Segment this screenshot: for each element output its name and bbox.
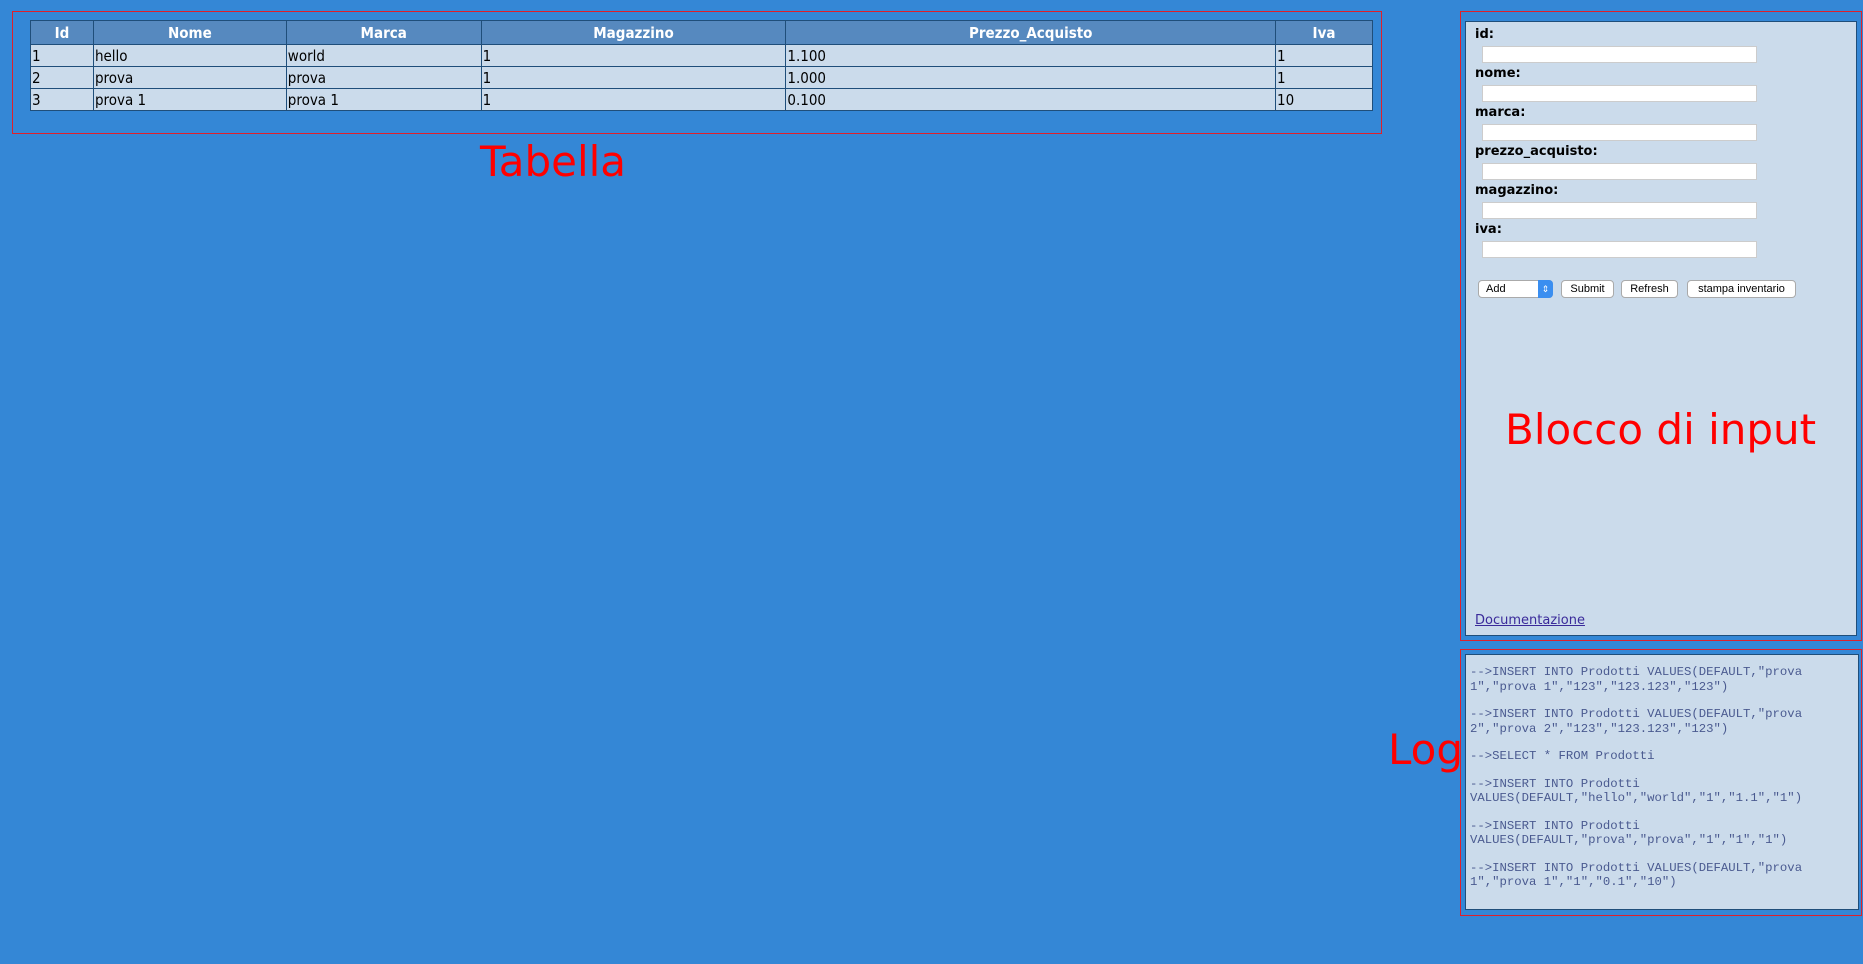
table-cell-nome: prova xyxy=(92,66,287,89)
log-entry: -->INSERT INTO Prodotti VALUES(DEFAULT,"… xyxy=(1470,860,1803,890)
log-entry: -->INSERT INTO Prodotti VALUES(DEFAULT,"… xyxy=(1470,707,1803,736)
documentation-link[interactable]: Documentazione xyxy=(1475,613,1585,628)
marca-input[interactable] xyxy=(1482,124,1757,141)
table-row[interactable]: 1 hello world 1 1.100 1 xyxy=(30,44,1373,67)
label-prezzo-acquisto: prezzo_acquisto: xyxy=(1475,144,1598,159)
table-cell-prezzo-acquisto: 1.000 xyxy=(785,66,1277,89)
table-cell-id: 3 xyxy=(30,88,94,111)
products-table: Id Nome Marca Magazzino Prezzo_Acquisto … xyxy=(30,20,1373,111)
table-row[interactable]: 3 prova 1 prova 1 1 0.100 10 xyxy=(30,88,1373,111)
table-cell-iva: 10 xyxy=(1275,88,1373,111)
header-prezzo-acquisto[interactable]: Prezzo_Acquisto xyxy=(785,20,1277,45)
header-magazzino[interactable]: Magazzino xyxy=(480,20,787,45)
annotation-log: Log xyxy=(1388,725,1464,774)
nome-input[interactable] xyxy=(1482,85,1757,102)
header-id[interactable]: Id xyxy=(30,20,94,45)
table-cell-magazzino: 1 xyxy=(480,66,787,89)
table-cell-magazzino: 1 xyxy=(480,44,787,67)
print-inventory-button[interactable]: stampa inventario xyxy=(1687,280,1796,298)
table-cell-id: 2 xyxy=(30,66,94,89)
header-marca[interactable]: Marca xyxy=(285,20,482,45)
header-nome[interactable]: Nome xyxy=(92,20,287,45)
annotation-tabella: Tabella xyxy=(480,137,627,186)
table-row[interactable]: 2 prova prova 1 1.000 1 xyxy=(30,66,1373,89)
label-marca: marca: xyxy=(1475,105,1526,120)
label-id: id: xyxy=(1475,27,1494,42)
table-header-row: Id Nome Marca Magazzino Prezzo_Acquisto … xyxy=(30,20,1373,45)
action-select[interactable]: Add ⇕ xyxy=(1478,280,1553,298)
table-cell-marca: world xyxy=(285,44,482,67)
table-cell-marca: prova xyxy=(285,66,482,89)
table-cell-magazzino: 1 xyxy=(480,88,787,111)
iva-input[interactable] xyxy=(1482,241,1757,258)
table-cell-prezzo-acquisto: 0.100 xyxy=(785,88,1277,111)
label-iva: iva: xyxy=(1475,222,1502,237)
action-select-value: Add xyxy=(1486,283,1506,295)
log-entry: -->INSERT INTO Prodotti VALUES(DEFAULT,"… xyxy=(1470,776,1803,806)
log-panel: -->INSERT INTO Prodotti VALUES(DEFAULT,"… xyxy=(1465,654,1859,910)
submit-button[interactable]: Submit xyxy=(1561,280,1614,298)
magazzino-input[interactable] xyxy=(1482,202,1757,219)
annotation-blocco-input: Blocco di input xyxy=(1505,405,1817,454)
table-cell-nome: hello xyxy=(92,44,287,67)
id-input[interactable] xyxy=(1482,46,1757,63)
table-cell-iva: 1 xyxy=(1275,66,1373,89)
prezzo-acquisto-input[interactable] xyxy=(1482,163,1757,180)
table-cell-nome: prova 1 xyxy=(92,88,287,111)
refresh-button[interactable]: Refresh xyxy=(1621,280,1678,298)
log-entry: -->SELECT * FROM Prodotti xyxy=(1470,749,1655,763)
log-entry: -->INSERT INTO Prodotti VALUES(DEFAULT,"… xyxy=(1470,665,1803,694)
select-arrows-icon: ⇕ xyxy=(1538,280,1553,298)
log-entry: -->INSERT INTO Prodotti VALUES(DEFAULT,"… xyxy=(1470,818,1788,848)
table-cell-id: 1 xyxy=(30,44,94,67)
label-nome: nome: xyxy=(1475,66,1521,81)
header-iva[interactable]: Iva xyxy=(1275,20,1373,45)
table-cell-marca: prova 1 xyxy=(285,88,482,111)
table-cell-iva: 1 xyxy=(1275,44,1373,67)
input-block: id: nome: marca: prezzo_acquisto: magazz… xyxy=(1465,21,1857,636)
table-cell-prezzo-acquisto: 1.100 xyxy=(785,44,1277,67)
label-magazzino: magazzino: xyxy=(1475,183,1559,198)
